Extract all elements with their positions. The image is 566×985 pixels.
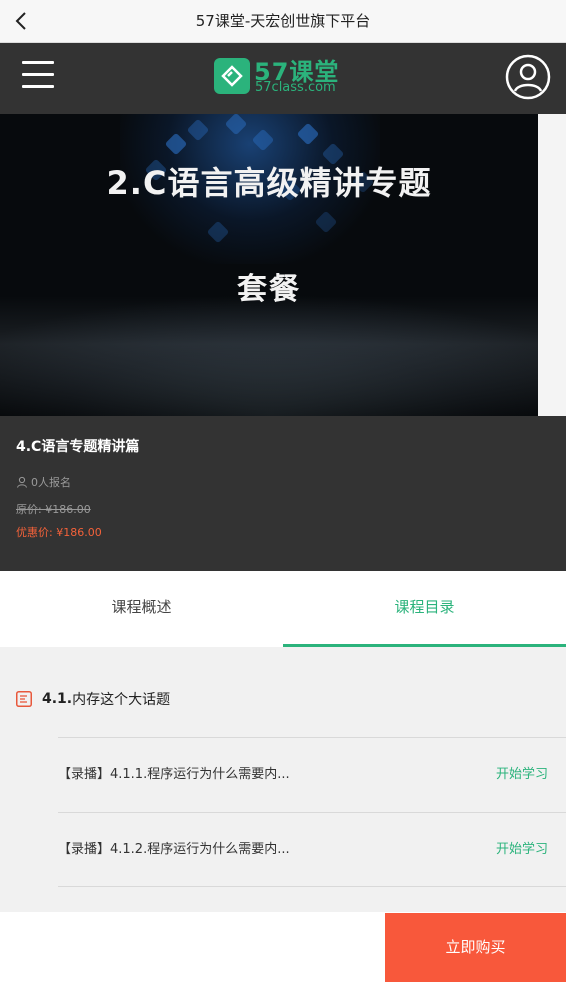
lesson-row[interactable]: 【录播】4.1.2.程序运行为什么需要内... 开始学习 — [58, 812, 566, 887]
course-tabs: 课程概述 课程目录 — [0, 571, 566, 647]
site-header: 57课堂 57class.com — [0, 43, 566, 114]
original-price: 原价: ¥186.00 — [16, 503, 91, 516]
banner-title: 2.C语言高级精讲专题 — [106, 164, 432, 202]
logo-subtitle: 57class.com — [255, 80, 336, 95]
enroll-text: 0人报名 — [31, 476, 71, 489]
hamburger-menu-icon[interactable] — [22, 61, 54, 93]
bottom-action-bar: 立即购买 — [0, 912, 566, 985]
buy-now-button[interactable]: 立即购买 — [385, 913, 566, 982]
user-circle-icon[interactable] — [505, 54, 551, 100]
chapter-number: 4.1. — [42, 691, 73, 707]
title-bar: 57课堂-天宏创世旗下平台 — [0, 0, 566, 43]
chapter-name: 内存这个大话题 — [72, 692, 171, 708]
lesson-title: 【录播】4.1.1.程序运行为什么需要内... — [58, 767, 290, 782]
course-title: 4.C语言专题精讲篇 — [16, 439, 140, 455]
course-info-panel: 4.C语言专题精讲篇 0人报名 原价: ¥186.00 优惠价: ¥186.00 — [0, 416, 566, 571]
lesson-title: 【录播】4.1.2.程序运行为什么需要内... — [58, 842, 290, 857]
57class-logo-icon — [214, 58, 250, 94]
start-learning-button[interactable]: 开始学习 — [496, 738, 548, 811]
person-icon — [17, 476, 27, 488]
window-title: 57课堂-天宏创世旗下平台 — [195, 12, 371, 30]
tab-catalog[interactable]: 课程目录 — [283, 571, 566, 647]
banner-subtitle: 套餐 — [237, 272, 301, 307]
lesson-row[interactable]: 【录播】4.1.1.程序运行为什么需要内... 开始学习 — [58, 737, 566, 812]
chapter-heading[interactable]: 4.1. 内存这个大话题 — [16, 689, 170, 709]
course-banner-image: 2.C语言高级精讲专题 套餐 — [0, 114, 538, 416]
banner-edge — [538, 114, 566, 416]
course-catalog: 4.1. 内存这个大话题 【录播】4.1.1.程序运行为什么需要内... 开始学… — [0, 647, 566, 912]
tab-overview[interactable]: 课程概述 — [0, 571, 283, 647]
enroll-count: 0人报名 — [16, 474, 71, 490]
sale-price: 优惠价: ¥186.00 — [16, 526, 102, 539]
start-learning-button[interactable]: 开始学习 — [496, 813, 548, 886]
chapter-list-icon — [16, 691, 32, 707]
